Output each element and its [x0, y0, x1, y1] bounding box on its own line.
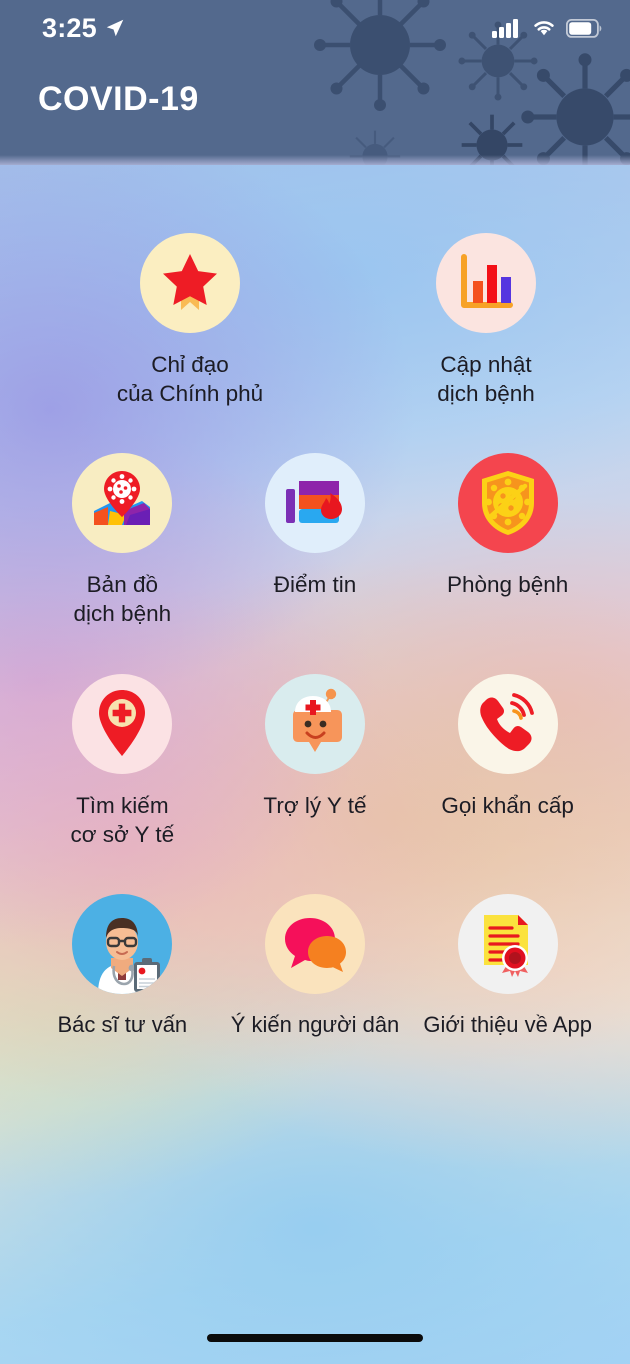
nurse-chat-face-icon	[264, 674, 365, 774]
tile-tim-kiem-co-so-y-te[interactable]: Tìm kiếm cơ sở Y tế	[36, 674, 208, 850]
feature-row: Chỉ đạo của Chính phủ Cập nhật dịch bệnh	[0, 233, 630, 409]
location-arrow-icon	[106, 19, 124, 37]
home-indicator[interactable]	[207, 1334, 423, 1342]
status-bar: 3:25	[0, 0, 630, 56]
tile-phong-benh[interactable]: Phòng bệnh	[422, 452, 594, 629]
tile-label: Tìm kiếm cơ sở Y tế	[70, 793, 175, 848]
page-title: COVID-19	[38, 80, 199, 118]
tile-label: Phòng bệnh	[446, 571, 569, 597]
tile-bac-si-tu-van[interactable]: Bác sĩ tư vấn	[26, 893, 219, 1040]
status-clock: 3:25	[42, 12, 97, 43]
feature-grid: Chỉ đạo của Chính phủ Cập nhật dịch bệnh	[0, 165, 630, 1039]
tile-y-kien-nguoi-dan[interactable]: Ý kiến người dân	[219, 893, 412, 1040]
status-bar-right	[492, 17, 602, 39]
tile-label: Bản đồ dịch bệnh	[73, 571, 172, 626]
shield-virus-block-icon	[457, 452, 558, 553]
tile-ban-do-dich-benh[interactable]: Bản đồ dịch bệnh	[36, 452, 208, 629]
tile-goi-khan-cap[interactable]: Gọi khẩn cấp	[422, 674, 594, 850]
app-header: 3:25 COVID-19	[0, 0, 630, 165]
bar-chart-icon	[436, 233, 536, 333]
tile-gioi-thieu-ve-app[interactable]: Giới thiệu về App	[411, 893, 604, 1040]
star-ribbon-icon	[140, 233, 240, 333]
feature-row: Bản đồ dịch bệnh Điểm tin Phòng bệnh	[0, 452, 630, 629]
certificate-seal-icon	[457, 893, 558, 994]
app-root: 3:25 COVID-19 Chỉ đạo của Chính phủ Cập …	[0, 0, 630, 1364]
feature-row: Tìm kiếm cơ sở Y tế Trợ lý Y tế Gọi khẩn…	[0, 674, 630, 850]
feature-row: Bác sĩ tư vấn Ý kiến người dân Giới thiệ…	[0, 893, 630, 1040]
header-bottom-fade	[0, 155, 630, 165]
map-pin-virus-icon	[72, 452, 173, 553]
cellular-signal-icon	[492, 19, 518, 38]
speech-bubbles-icon	[265, 893, 365, 994]
tile-label: Bác sĩ tư vấn	[57, 1011, 188, 1037]
tile-label: Gọi khẩn cấp	[441, 793, 574, 818]
tile-label: Cập nhật dịch bệnh	[437, 352, 535, 407]
tile-diem-tin[interactable]: Điểm tin	[229, 452, 401, 629]
tile-cap-nhat-dich-benh[interactable]: Cập nhật dịch bệnh	[400, 233, 572, 409]
phone-ring-icon	[457, 674, 558, 774]
battery-icon	[566, 18, 602, 38]
tile-chi-dao-cua-chinh-phu[interactable]: Chỉ đạo của Chính phủ	[104, 233, 276, 409]
status-bar-left: 3:25	[42, 13, 126, 44]
virus-decoration-icon	[521, 53, 630, 165]
doctor-clipboard-icon	[72, 893, 173, 994]
tile-label: Trợ lý Y tế	[263, 793, 367, 818]
tile-label: Chỉ đạo của Chính phủ	[116, 352, 264, 407]
tile-label: Ý kiến người dân	[230, 1011, 400, 1037]
wifi-icon	[534, 21, 554, 36]
tile-tro-ly-y-te[interactable]: Trợ lý Y tế	[229, 674, 401, 850]
news-flame-icon	[264, 452, 365, 553]
tile-label: Giới thiệu về App	[423, 1011, 592, 1037]
medical-pin-icon	[72, 674, 173, 774]
tile-label: Điểm tin	[273, 571, 357, 597]
